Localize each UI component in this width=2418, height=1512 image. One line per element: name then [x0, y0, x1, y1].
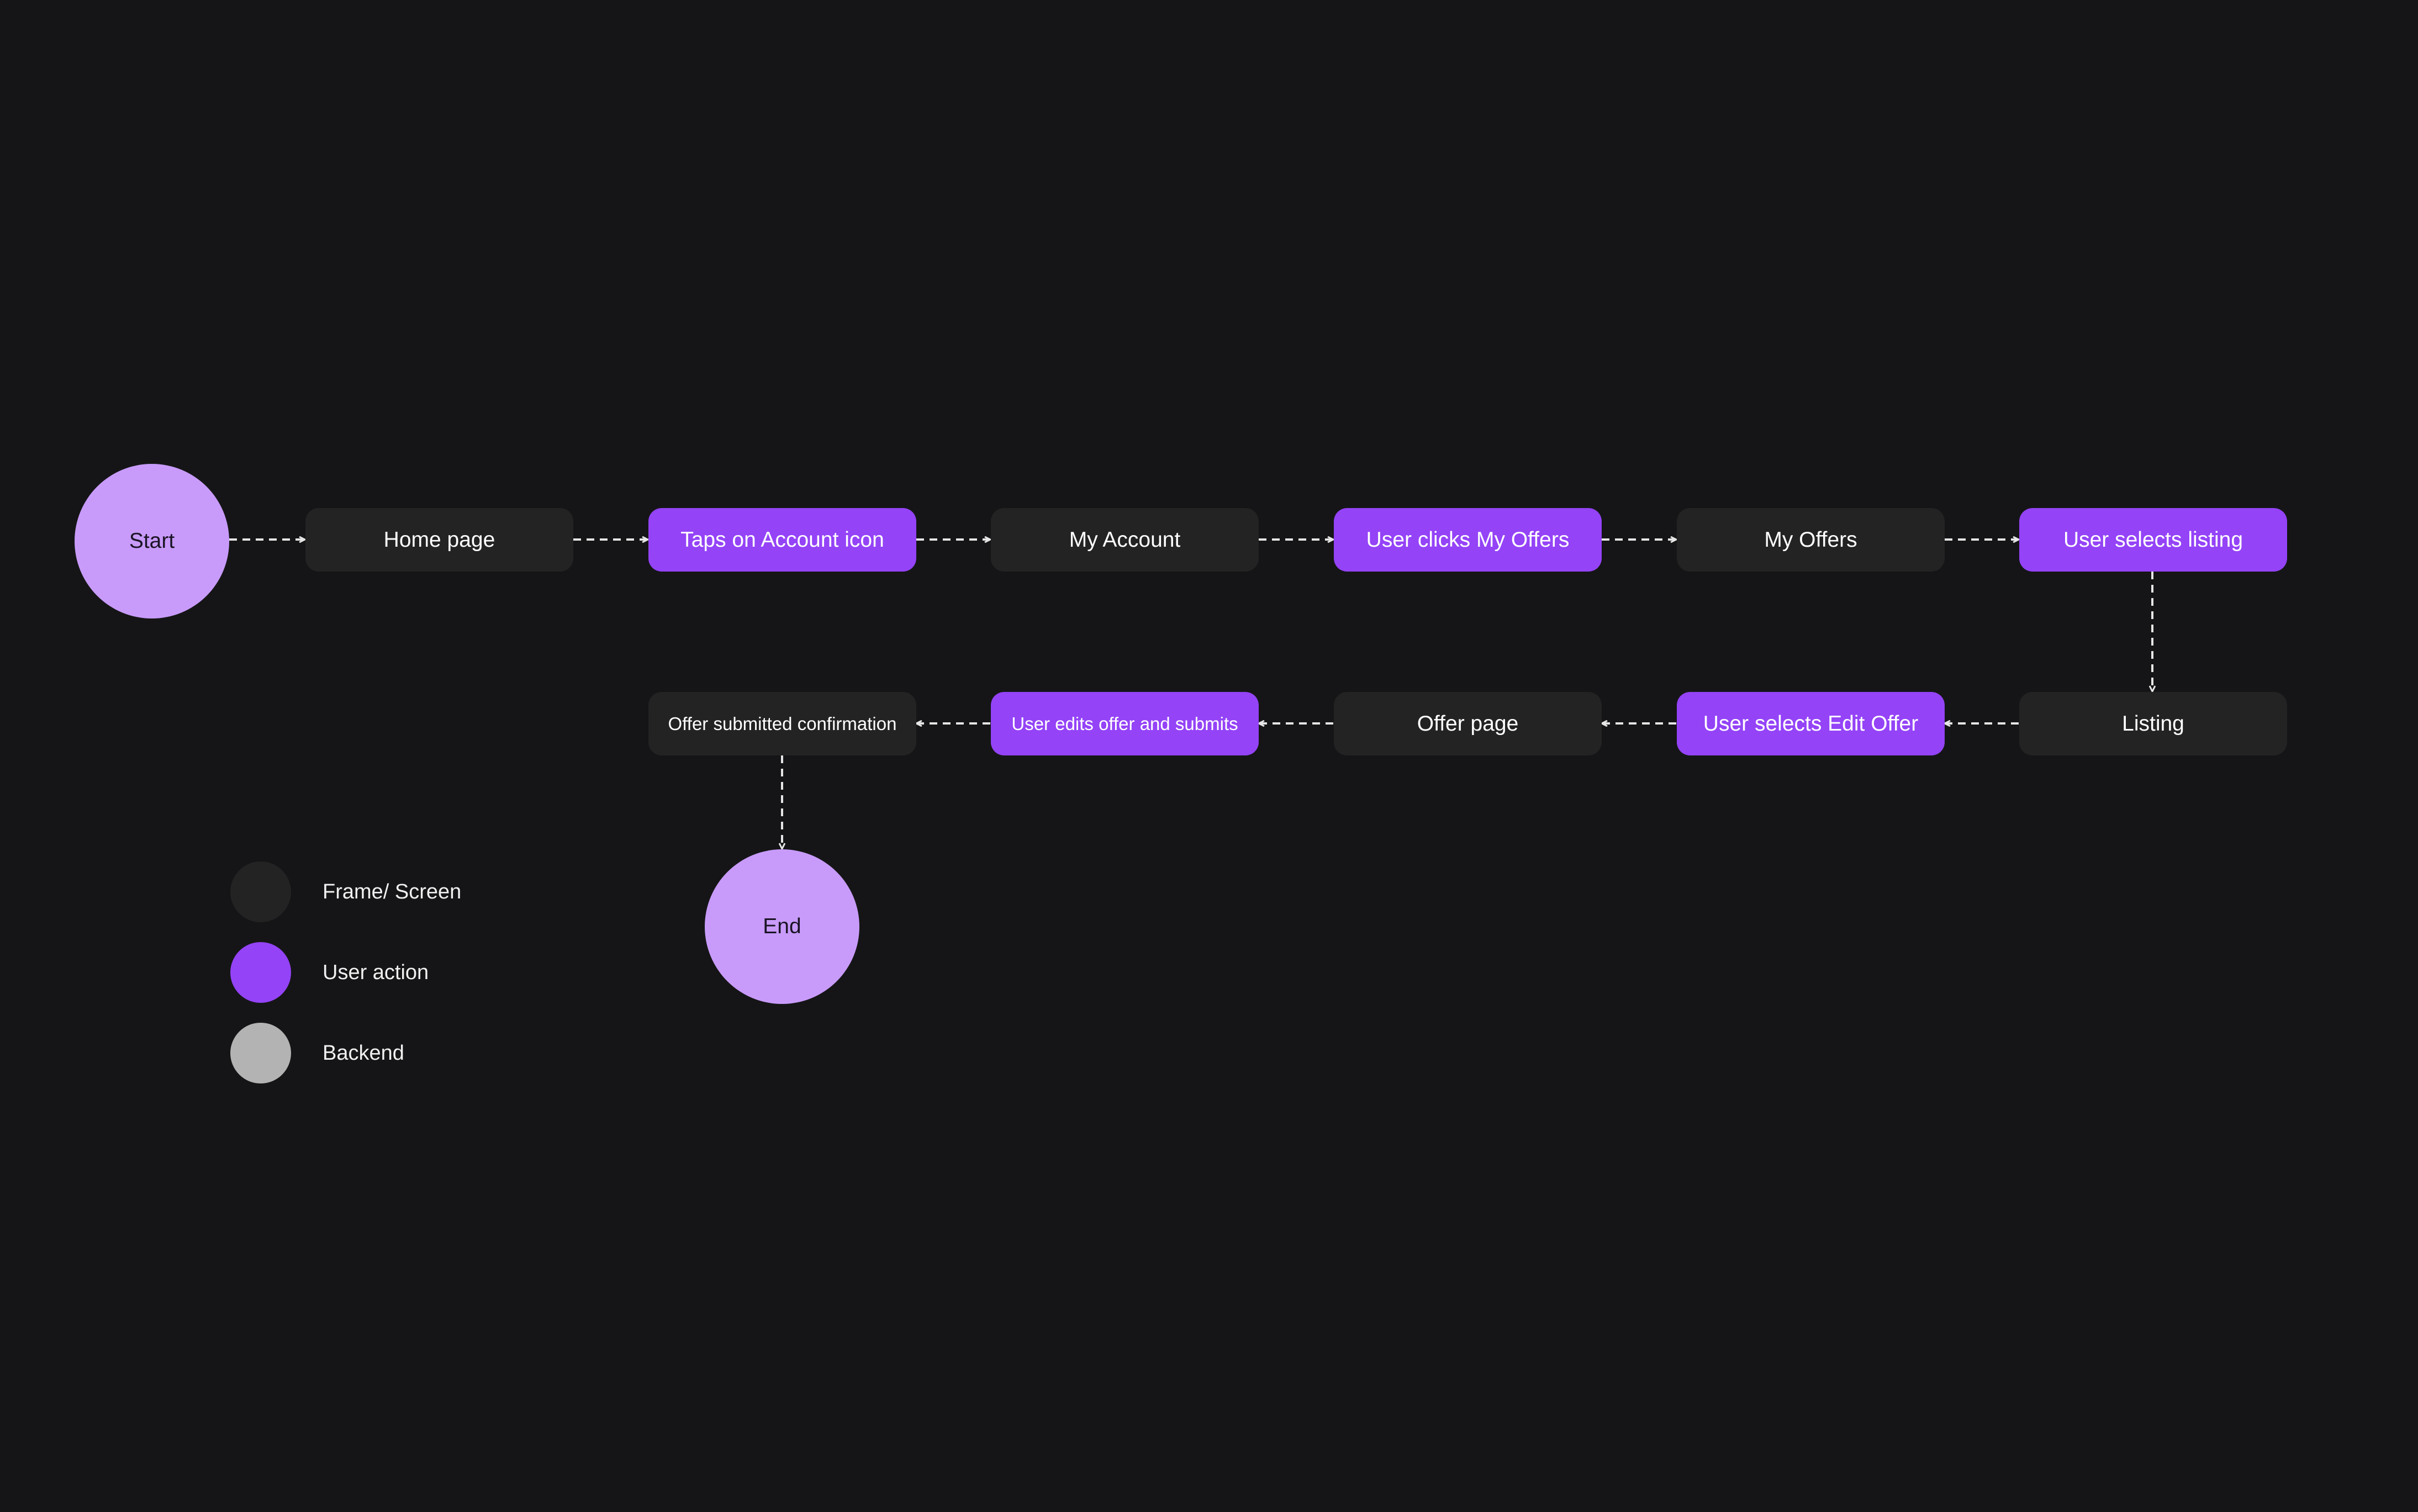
legend-swatch-screen: [230, 861, 291, 922]
legend-label-backend: Backend: [323, 1041, 404, 1065]
step-label: User edits offer and submits: [1011, 713, 1238, 734]
legend-label-user-action: User action: [323, 960, 429, 984]
step-edits-offer-submits: User edits offer and submits: [991, 692, 1259, 755]
step-home-page: Home page: [305, 508, 573, 572]
end-node: End: [705, 849, 859, 1004]
start-node: Start: [75, 464, 229, 618]
step-my-offers: My Offers: [1677, 508, 1945, 572]
start-label: Start: [129, 529, 175, 553]
step-selects-listing: User selects listing: [2019, 508, 2287, 572]
connector-layer: [229, 0, 2418, 1512]
end-label: End: [763, 914, 801, 938]
step-offer-submitted-confirmation: Offer submitted confirmation: [648, 692, 916, 755]
step-label: Taps on Account icon: [680, 527, 884, 552]
step-selects-edit-offer: User selects Edit Offer: [1677, 692, 1945, 755]
step-label: My Account: [1069, 527, 1181, 552]
step-label: Listing: [2122, 711, 2184, 736]
legend-swatch-user-action: [230, 942, 291, 1003]
legend-label-screen: Frame/ Screen: [323, 880, 462, 903]
step-label: User selects listing: [2063, 527, 2243, 552]
step-label: User selects Edit Offer: [1703, 711, 1919, 736]
step-label: Offer submitted confirmation: [668, 713, 897, 734]
step-label: Home page: [383, 527, 495, 552]
step-taps-account-icon: Taps on Account icon: [648, 508, 916, 572]
step-label: My Offers: [1764, 527, 1857, 552]
step-offer-page: Offer page: [1334, 692, 1602, 755]
user-flow-diagram: Start Home page Taps on Account icon My …: [0, 0, 2418, 1512]
step-listing: Listing: [2019, 692, 2287, 755]
step-my-account: My Account: [991, 508, 1259, 572]
step-clicks-my-offers: User clicks My Offers: [1334, 508, 1602, 572]
step-label: User clicks My Offers: [1366, 527, 1570, 552]
legend-swatch-backend: [230, 1023, 291, 1083]
step-label: Offer page: [1417, 711, 1519, 736]
